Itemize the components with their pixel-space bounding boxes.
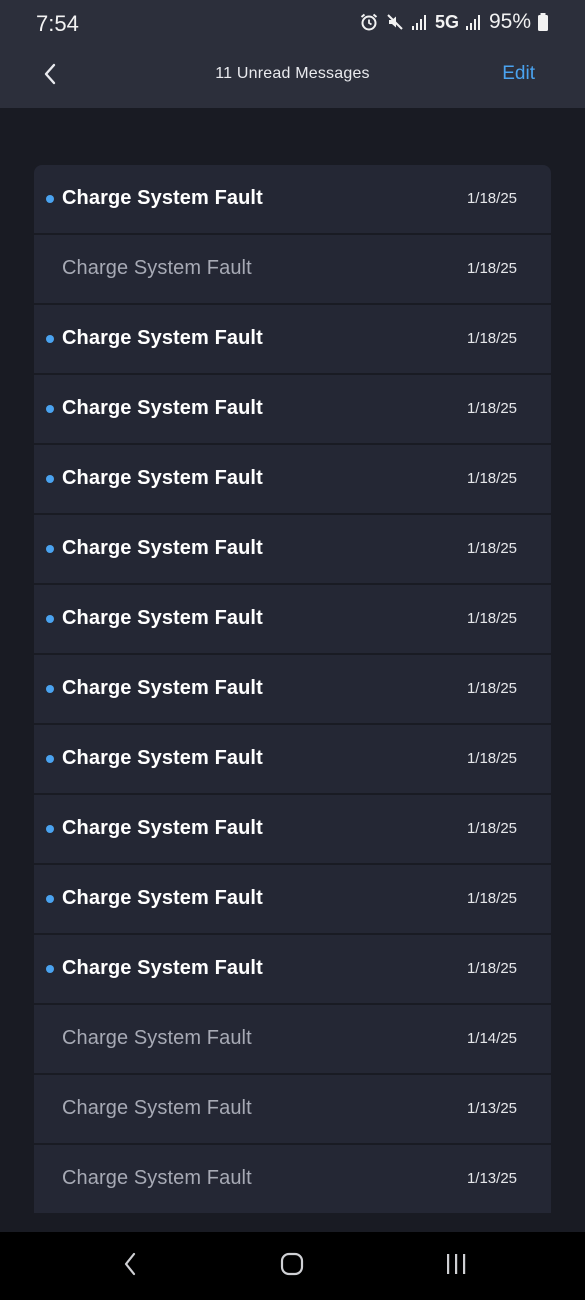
alarm-icon [359, 12, 379, 32]
battery-percentage: 95% [488, 10, 531, 33]
message-row[interactable]: Charge System Fault 1/18/25 [34, 865, 551, 933]
home-nav-button[interactable] [272, 1250, 312, 1282]
message-row[interactable]: Charge System Fault 1/18/25 [34, 725, 551, 793]
message-title: Charge System Fault [62, 537, 263, 559]
system-nav-bar [0, 1232, 585, 1300]
message-date: 1/13/25 [466, 1100, 517, 1117]
message-row[interactable]: Charge System Fault 1/18/25 [34, 375, 551, 443]
message-row[interactable]: Charge System Fault 1/13/25 [34, 1145, 551, 1213]
back-nav-icon [122, 1251, 138, 1282]
back-nav-button[interactable] [110, 1250, 150, 1282]
message-date: 1/13/25 [466, 1170, 517, 1187]
message-title: Charge System Fault [62, 327, 263, 349]
message-title: Charge System Fault [62, 1027, 252, 1049]
message-row[interactable]: Charge System Fault 1/18/25 [34, 515, 551, 583]
message-date: 1/18/25 [466, 680, 517, 697]
message-row[interactable]: Charge System Fault 1/18/25 [34, 445, 551, 513]
edit-button[interactable]: Edit [502, 63, 535, 85]
message-date: 1/18/25 [466, 960, 517, 977]
message-title: Charge System Fault [62, 397, 263, 419]
status-bar: 7:54 5G 95% [0, 0, 585, 48]
recents-nav-button[interactable] [436, 1250, 476, 1282]
message-date: 1/18/25 [466, 260, 517, 277]
message-title: Charge System Fault [62, 187, 263, 209]
unread-dot [46, 825, 54, 833]
status-time: 7:54 [36, 11, 79, 36]
message-row[interactable]: Charge System Fault 1/18/25 [34, 165, 551, 233]
status-icons: 5G 95% [359, 10, 549, 34]
message-row[interactable]: Charge System Fault 1/18/25 [34, 655, 551, 723]
mute-icon [385, 12, 405, 32]
message-row[interactable]: Charge System Fault 1/18/25 [34, 935, 551, 1003]
message-date: 1/18/25 [466, 400, 517, 417]
page-title: 11 Unread Messages [215, 65, 370, 82]
signal-icon [465, 13, 483, 31]
message-title: Charge System Fault [62, 817, 263, 839]
message-title: Charge System Fault [62, 677, 263, 699]
recents-icon [443, 1251, 469, 1282]
message-row[interactable]: Charge System Fault 1/18/25 [34, 795, 551, 863]
message-row[interactable]: Charge System Fault 1/18/25 [34, 305, 551, 373]
unread-dot [46, 195, 54, 203]
message-row[interactable]: Charge System Fault 1/18/25 [34, 235, 551, 303]
message-row[interactable]: Charge System Fault 1/13/25 [34, 1075, 551, 1143]
message-date: 1/18/25 [466, 330, 517, 347]
message-date: 1/18/25 [466, 610, 517, 627]
unread-dot [46, 615, 54, 623]
message-title: Charge System Fault [62, 1097, 252, 1119]
battery-icon [537, 12, 549, 32]
unread-dot [46, 405, 54, 413]
message-title: Charge System Fault [62, 887, 263, 909]
unread-dot [46, 685, 54, 693]
unread-dot [46, 545, 54, 553]
message-title: Charge System Fault [62, 957, 263, 979]
message-title: Charge System Fault [62, 1167, 252, 1189]
message-date: 1/18/25 [466, 820, 517, 837]
signal-icon [411, 13, 429, 31]
message-row[interactable]: Charge System Fault 1/18/25 [34, 585, 551, 653]
unread-dot [46, 965, 54, 973]
message-title: Charge System Fault [62, 467, 263, 489]
message-date: 1/18/25 [466, 470, 517, 487]
message-date: 1/18/25 [466, 190, 517, 207]
message-row[interactable]: Charge System Fault 1/14/25 [34, 1005, 551, 1073]
screen: 7:54 5G 95% 11 Unread Messages Edit Char… [0, 0, 585, 1300]
message-date: 1/18/25 [466, 890, 517, 907]
app-header: 11 Unread Messages Edit [0, 48, 585, 108]
unread-dot [46, 335, 54, 343]
message-title: Charge System Fault [62, 607, 263, 629]
unread-dot [46, 895, 54, 903]
message-list: Charge System Fault 1/18/25 Charge System … [34, 165, 551, 1215]
message-date: 1/14/25 [466, 1030, 517, 1047]
message-date: 1/18/25 [466, 750, 517, 767]
network-label: 5G [434, 11, 459, 32]
message-title: Charge System Fault [62, 747, 263, 769]
message-title: Charge System Fault [62, 257, 252, 279]
unread-dot [46, 755, 54, 763]
home-icon [279, 1251, 305, 1282]
message-date: 1/18/25 [466, 540, 517, 557]
messages-content: Charge System Fault 1/18/25 Charge System … [0, 108, 585, 1232]
unread-dot [46, 475, 54, 483]
